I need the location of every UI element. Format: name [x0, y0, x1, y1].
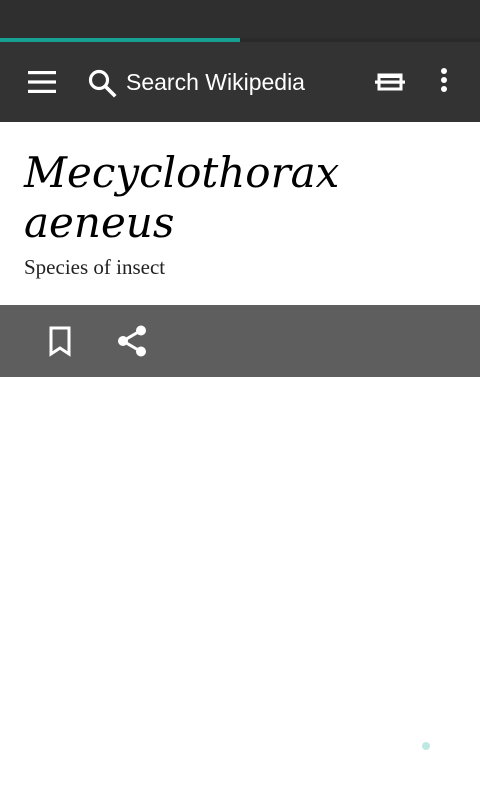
article-description: Species of insect [24, 255, 166, 279]
share-button[interactable] [112, 321, 152, 361]
reading-lists-button[interactable] [370, 62, 410, 102]
reading-list-icon [375, 73, 405, 91]
top-toolbar: Search Wikipedia [0, 42, 480, 122]
overflow-menu-button[interactable] [430, 62, 458, 102]
article-header: Mecyclothorax aeneus Species of insect [0, 122, 480, 305]
search-icon [88, 69, 117, 98]
loading-indicator [422, 742, 430, 750]
article-title: Mecyclothorax aeneus [24, 148, 340, 247]
bookmark-icon [49, 326, 71, 357]
search-placeholder: Search Wikipedia [126, 69, 305, 95]
hamburger-menu-icon [28, 71, 56, 93]
article-action-bar [0, 305, 480, 377]
article-content-area [0, 377, 480, 800]
search-bar[interactable]: Search Wikipedia [84, 58, 354, 106]
menu-button[interactable] [20, 62, 64, 102]
save-bookmark-button[interactable] [40, 321, 80, 361]
more-vertical-icon [441, 68, 447, 92]
status-bar [0, 0, 480, 38]
share-icon [118, 325, 146, 357]
